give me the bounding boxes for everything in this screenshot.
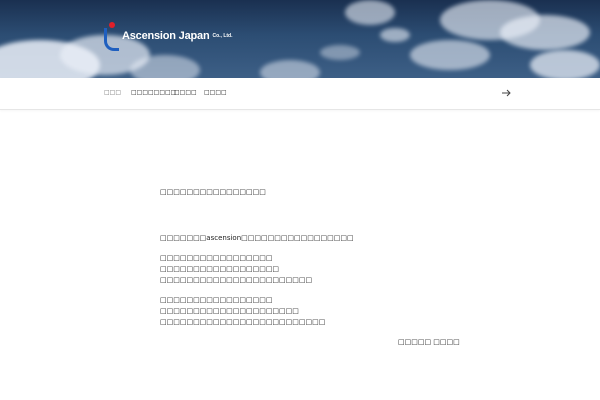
company-suffix: Co., Ltd. [212,33,233,39]
cloud-shape [380,28,410,42]
company-logo[interactable]: Ascension Japan Co., Ltd. [104,22,233,51]
paragraph-line: □□□□□□□□□□□□□□□□□□□□□ [160,307,299,315]
logo-mark-icon [104,22,119,51]
intro-text: □□□□□□□ascension□□□□□□□□□□□□□□□□□ [160,234,354,242]
paragraph-line: □□□□□□□□□□□□□□□□□ [160,254,273,262]
paragraph-line: □□□□□□□□□□□□□□□□□ [160,296,273,304]
arrow-right-icon[interactable] [500,87,512,99]
paragraph-line: □□□□□□□□□□□□□□□□□□ [160,265,280,273]
cloud-shape [530,50,600,78]
nav-item-3[interactable]: □□□□ [174,89,197,96]
page-heading: □□□□□□□□□□□□□□□□ [160,188,266,196]
nav-item-2[interactable]: □□□□□□□□ [131,89,176,96]
cloud-shape [410,40,490,70]
cloud-shape [500,15,590,50]
cloud-shape [345,0,395,25]
cloud-shape [130,55,200,78]
company-name: Ascension Japan [122,30,210,42]
nav-item-home[interactable]: □□□ [104,89,121,96]
cloud-shape [320,45,360,60]
cloud-shape [260,60,320,78]
paragraph-line: □□□□□□□□□□□□□□□□□□□□□□□□□ [160,318,326,326]
nav-item-4[interactable]: □□□□ [204,89,227,96]
header-banner: Ascension Japan Co., Ltd. [0,0,600,78]
signature: □□□□□ □□□□ [398,338,460,346]
main-navigation: □□□ □□□□□□□□ □□□□ □□□□ [0,78,600,110]
paragraph-line: □□□□□□□□□□□□□□□□□□□□□□□ [160,276,313,284]
